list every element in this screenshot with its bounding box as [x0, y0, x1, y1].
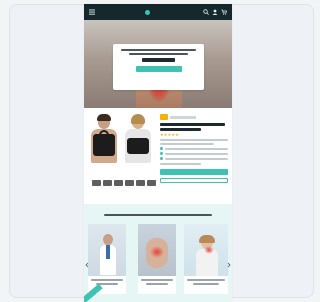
hero-heading-line-1: [121, 49, 196, 51]
feature-item: [160, 157, 228, 160]
gallery-thumbnail[interactable]: [114, 180, 123, 186]
testimonial-caption: [187, 279, 225, 287]
logo-mark-icon: [145, 9, 150, 15]
feature-item: [160, 147, 228, 150]
top-navigation-bar: [84, 4, 232, 20]
gallery-thumbnail[interactable]: [136, 180, 145, 186]
carousel-next-icon[interactable]: [226, 262, 232, 268]
gallery-thumbnail[interactable]: [125, 180, 134, 186]
menu-icon[interactable]: [89, 9, 95, 15]
add-to-cart-button[interactable]: [160, 169, 228, 175]
page-screenshot: ★★★★★: [84, 4, 232, 302]
account-icon[interactable]: [212, 9, 218, 15]
testimonial-card[interactable]: [138, 224, 176, 294]
testimonial-image-neck-pain: [184, 224, 228, 276]
feature-item: [160, 152, 228, 155]
check-icon: [160, 147, 163, 150]
product-image-front-view[interactable]: [122, 114, 154, 176]
testimonial-image-doctor: [88, 224, 126, 276]
hero-heading-line-2: [129, 53, 188, 55]
gallery-thumbnails: [92, 180, 156, 186]
testimonial-image-knee-pain: [138, 224, 176, 276]
testimonials-section: [84, 204, 232, 302]
hero-cta-button[interactable]: [135, 66, 182, 72]
product-description-line: [160, 139, 228, 141]
check-icon: [160, 152, 163, 155]
hero-banner: [84, 20, 232, 108]
trust-badge: [160, 114, 228, 120]
rating-stars: ★★★★★: [160, 132, 179, 137]
product-title-line-1: [160, 123, 225, 126]
product-gallery: [88, 114, 156, 186]
testimonial-card[interactable]: [88, 224, 126, 294]
product-image-back-view[interactable]: [88, 114, 120, 176]
check-icon: [160, 157, 163, 160]
product-section: ★★★★★: [84, 108, 232, 204]
gallery-thumbnail[interactable]: [103, 180, 112, 186]
product-title-line-2: [160, 128, 201, 131]
brand-logo[interactable]: [145, 9, 153, 15]
award-icon: [160, 114, 168, 120]
hero-heading-line-3: [141, 58, 176, 62]
search-icon[interactable]: [203, 9, 209, 15]
testimonial-caption: [141, 279, 173, 287]
hero-text-box: [113, 44, 204, 90]
cart-icon[interactable]: [221, 9, 227, 15]
testimonials-heading: [104, 214, 212, 216]
testimonial-card[interactable]: [184, 224, 228, 294]
secondary-buy-button[interactable]: [160, 178, 228, 183]
gallery-thumbnail[interactable]: [147, 180, 156, 186]
gallery-thumbnail[interactable]: [92, 180, 101, 186]
price-line: [160, 163, 201, 165]
product-info: ★★★★★: [160, 114, 228, 183]
product-description-line: [160, 143, 215, 145]
